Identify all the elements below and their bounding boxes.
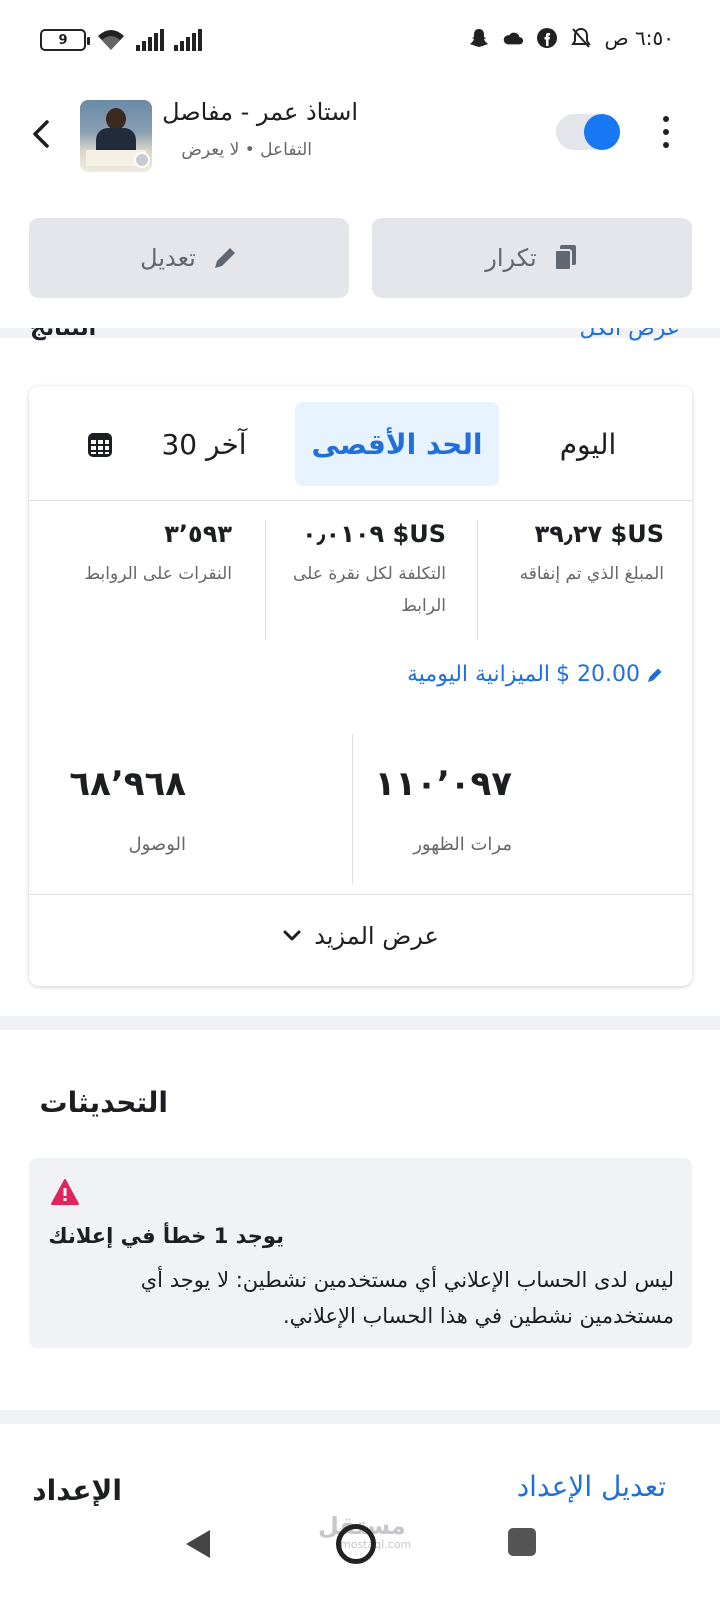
status-dot (134, 152, 150, 168)
table-icon[interactable] (87, 432, 113, 458)
divider (265, 520, 266, 640)
tab-lifetime-label: الحد الأقصى (311, 427, 483, 461)
more-options-button[interactable] (656, 112, 676, 152)
alert-title: يوجد 1 خطأ في إعلانك (48, 1224, 284, 1248)
pencil-icon (648, 668, 662, 682)
see-more-button[interactable]: عرض المزيد (29, 896, 692, 976)
nav-recents-icon[interactable] (508, 1528, 536, 1556)
daily-budget-label: الميزانية اليومية (407, 662, 551, 687)
tab-lifetime[interactable]: الحد الأقصى (295, 402, 499, 486)
metric-amount-spent: US$ ٣٩٫٢٧ المبلغ الذي تم إنفاقه (494, 520, 664, 590)
date-range-tabs: اليوم الحد الأقصى آخر 30 (29, 402, 692, 486)
campaign-title: استاذ عمر - مفاصل (162, 98, 358, 126)
daily-budget-amount: $ 20.00 (556, 662, 640, 687)
edit-button[interactable]: تعديل (29, 218, 349, 298)
back-button[interactable] (26, 114, 56, 154)
copy-icon (553, 245, 576, 271)
reach-value: ٦٨٬٩٦٨ (69, 764, 186, 804)
signal-icon (174, 29, 202, 51)
metric-link-clicks: ٣٬٥٩٣ النقرات على الروابط (52, 520, 232, 590)
cloud-icon (502, 27, 524, 49)
battery-level: 9 (58, 32, 68, 48)
updates-title: التحديثات (39, 1086, 169, 1119)
impressions-value: ١١٠٬٠٩٧ (374, 764, 512, 804)
chevron-down-icon (283, 930, 301, 941)
divider (29, 500, 692, 501)
warning-icon (51, 1179, 79, 1205)
nav-home-icon[interactable] (336, 1524, 376, 1564)
metric-impressions: ١١٠٬٠٩٧ مرات الظهور (374, 764, 512, 855)
impressions-label: مرات الظهور (413, 834, 512, 855)
status-bar: 9 ٦:٥٠ ص (0, 0, 720, 80)
edit-setup-link[interactable]: تعديل الإعداد (517, 1470, 666, 1503)
pencil-icon (214, 248, 235, 268)
battery-icon: 9 (40, 29, 90, 51)
duplicate-label: تكرار (485, 244, 537, 272)
tab-today[interactable]: اليوم (508, 402, 668, 486)
alert-body: ليس لدى الحساب الإعلاني أي مستخدمين نشطي… (140, 1268, 674, 1328)
see-more-label: عرض المزيد (314, 922, 439, 950)
reach-label: الوصول (128, 834, 186, 855)
campaign-subtitle: التفاعل • لا يعرض (181, 140, 312, 160)
cutoff-row: النتائج عرض الكل (0, 328, 720, 348)
edit-label: تعديل (140, 244, 196, 272)
divider (352, 734, 353, 884)
results-heading: النتائج (30, 328, 97, 341)
divider (477, 520, 478, 640)
clock: ٦:٥٠ ص (604, 26, 674, 50)
chevron-left-icon (33, 120, 49, 148)
link-clicks-value: ٣٬٥٩٣ (164, 520, 232, 548)
duplicate-button[interactable]: تكرار (372, 218, 692, 298)
metric-cpc: US$ ٠٫٠١٠٩ التكلفة لكل نقرة على الرابط (256, 520, 446, 622)
campaign-toggle[interactable] (556, 114, 620, 150)
daily-budget-link[interactable]: $ 20.00 الميزانية اليومية (407, 662, 664, 687)
link-clicks-label: النقرات على الروابط (84, 564, 232, 584)
error-alert: يوجد 1 خطأ في إعلانك ليس لدى الحساب الإع… (29, 1158, 692, 1348)
nav-back-icon[interactable] (184, 1528, 212, 1560)
tab-last30-label: آخر 30 (161, 427, 247, 461)
bell-muted-icon (570, 27, 592, 49)
setup-title: الإعداد (32, 1474, 122, 1507)
divider (29, 894, 692, 895)
amount-spent-label: المبلغ الذي تم إنفاقه (519, 564, 664, 584)
see-all-link[interactable]: عرض الكل (580, 328, 680, 341)
amount-spent-value: US$ ٣٩٫٢٧ (534, 520, 664, 548)
cpc-value: US$ ٠٫٠١٠٩ (301, 520, 446, 548)
signal-icon (136, 29, 164, 51)
section-separator (0, 1016, 720, 1030)
snapchat-icon (468, 27, 490, 49)
wifi-icon (98, 30, 124, 50)
metric-reach: ٦٨٬٩٦٨ الوصول (56, 764, 186, 855)
campaign-header: استاذ عمر - مفاصل التفاعل • لا يعرض (0, 96, 720, 180)
section-separator (0, 1410, 720, 1424)
tab-last-30[interactable]: آخر 30 (149, 402, 259, 486)
system-nav-bar: مستقل mostaql.com (0, 1506, 720, 1600)
facebook-icon (536, 27, 558, 49)
tab-today-label: اليوم (559, 427, 617, 461)
cpc-label: التكلفة لكل نقرة على الرابط (293, 564, 446, 616)
metrics-card: اليوم الحد الأقصى آخر 30 US$ ٣٩٫٢٧ المبل… (29, 386, 692, 986)
